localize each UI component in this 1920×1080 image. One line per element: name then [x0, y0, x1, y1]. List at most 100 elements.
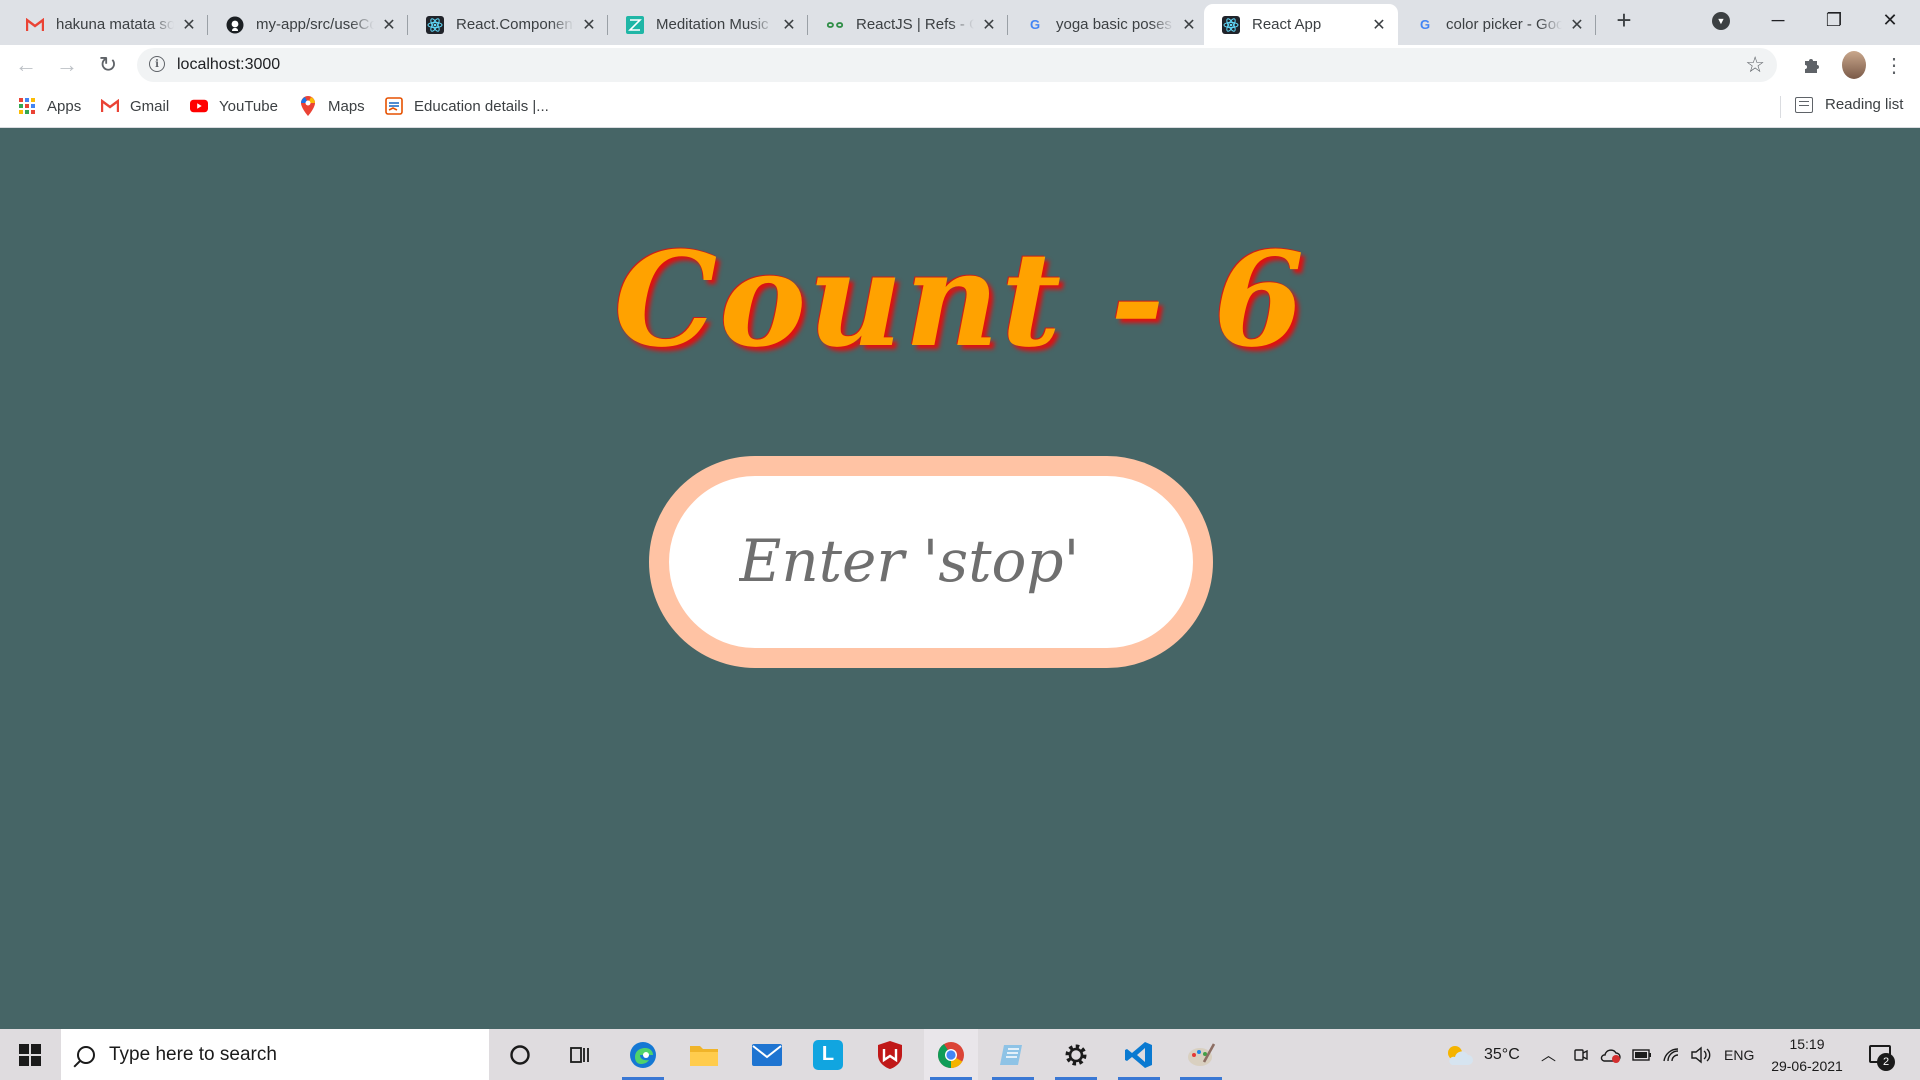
zen-icon — [626, 15, 644, 34]
taskbar-search[interactable]: Type here to search — [61, 1029, 489, 1080]
bookmarks-bar: Apps Gmail YouTube Maps Education detail… — [0, 85, 1920, 128]
tab-title: ReactJS | Refs - Ge — [856, 16, 974, 33]
bookmark-gmail[interactable]: Gmail — [101, 96, 169, 116]
paint-icon — [1188, 1042, 1216, 1066]
close-icon[interactable]: ✕ — [1568, 16, 1586, 34]
tab-yoga-basic-poses[interactable]: G yoga basic poses ✕ — [1008, 4, 1208, 45]
wifi-icon[interactable] — [1662, 1029, 1682, 1080]
tab-title: React.Component — [456, 16, 574, 33]
more-menu-icon[interactable]: ⋮ — [1880, 51, 1908, 79]
show-hidden-icons-button[interactable]: ︿ — [1541, 1029, 1556, 1080]
close-icon[interactable]: ✕ — [980, 16, 998, 34]
reading-list-label: Reading list — [1825, 96, 1904, 113]
react-icon — [426, 15, 444, 34]
tab-reactjs-refs[interactable]: ReactJS | Refs - Ge ✕ — [808, 4, 1008, 45]
tab-title: my-app/src/useCo — [256, 16, 374, 33]
close-icon[interactable]: ✕ — [780, 16, 798, 34]
close-icon[interactable]: ✕ — [380, 16, 398, 34]
bookmark-maps[interactable]: Maps — [299, 96, 365, 116]
windows-taskbar: Type here to search L 35°C ︿ ENG 15:19 2… — [0, 1029, 1920, 1080]
taskbar-edge[interactable] — [616, 1029, 670, 1080]
start-button[interactable] — [0, 1029, 60, 1080]
apps-grid-icon — [18, 97, 36, 115]
address-bar[interactable]: i localhost:3000 ☆ — [137, 48, 1777, 82]
tab-color-picker[interactable]: G color picker - Goo ✕ — [1398, 4, 1596, 45]
folder-icon — [690, 1045, 718, 1066]
close-window-button[interactable]: ✕ — [1862, 0, 1918, 40]
bookmark-label: Apps — [47, 97, 82, 115]
chrome-icon — [937, 1041, 964, 1068]
new-tab-button[interactable]: + — [1610, 5, 1638, 35]
back-button[interactable]: ← — [12, 51, 40, 79]
gear-icon — [1065, 1044, 1087, 1065]
tab-title: hakuna matata so — [56, 16, 174, 33]
close-icon[interactable]: ✕ — [180, 16, 198, 34]
volume-icon[interactable] — [1690, 1029, 1712, 1080]
address-url[interactable]: localhost:3000 — [177, 56, 280, 74]
close-icon[interactable]: ✕ — [1370, 16, 1388, 34]
tab-gmail[interactable]: hakuna matata so ✕ — [8, 4, 208, 45]
extensions-puzzle-icon[interactable] — [1798, 51, 1826, 79]
reading-list-button[interactable]: Reading list — [1795, 96, 1903, 113]
close-icon[interactable]: ✕ — [1180, 16, 1198, 34]
task-view-button[interactable] — [553, 1029, 607, 1080]
profile-avatar[interactable] — [1842, 51, 1866, 79]
stop-input-container[interactable] — [649, 456, 1213, 668]
geeksforgeeks-icon — [826, 16, 844, 34]
partly-sunny-icon — [1448, 1045, 1473, 1065]
clock-date: 29-06-2021 — [1771, 1058, 1843, 1074]
react-icon — [1222, 15, 1240, 34]
taskbar-search-placeholder: Type here to search — [109, 1043, 277, 1065]
site-info-icon[interactable]: i — [149, 56, 165, 72]
taskbar-l-app[interactable]: L — [801, 1029, 855, 1080]
battery-icon[interactable] — [1632, 1029, 1652, 1080]
tab-title: color picker - Goo — [1446, 16, 1562, 33]
gmail-icon — [26, 16, 44, 34]
tab-search-button[interactable]: ▼ — [1708, 8, 1734, 34]
language-indicator[interactable]: ENG — [1724, 1029, 1754, 1080]
action-center-button[interactable]: 2 — [1865, 1039, 1895, 1071]
taskbar-paint[interactable] — [1174, 1029, 1228, 1080]
bookmark-apps[interactable]: Apps — [18, 96, 81, 116]
weather-temperature: 35°C — [1484, 1045, 1520, 1063]
forward-button[interactable]: → — [53, 51, 81, 79]
tab-title: Meditation Music — [656, 16, 769, 33]
bookmarks-divider — [1780, 96, 1781, 118]
bookmark-youtube[interactable]: YouTube — [190, 96, 278, 116]
tab-react-component[interactable]: React.Component ✕ — [408, 4, 608, 45]
chevron-down-icon: ▼ — [1712, 12, 1730, 30]
bookmark-star-icon[interactable]: ☆ — [1745, 52, 1765, 78]
tab-react-app[interactable]: React App ✕ — [1204, 4, 1398, 45]
tab-title: React App — [1252, 16, 1322, 33]
tab-strip: hakuna matata so ✕ my-app/src/useCo ✕ Re… — [0, 0, 1920, 45]
taskbar-file-explorer[interactable] — [677, 1029, 731, 1080]
tab-separator — [1595, 15, 1596, 35]
stop-input[interactable] — [739, 506, 1159, 616]
restore-button[interactable]: ❐ — [1806, 0, 1862, 40]
notepad-icon — [1000, 1044, 1022, 1065]
bookmark-label: YouTube — [219, 97, 278, 115]
taskbar-mcafee[interactable] — [863, 1029, 917, 1080]
page-content: Count - 6 — [0, 128, 1920, 1029]
bookmark-education-details[interactable]: Education details |... — [385, 96, 549, 116]
taskbar-settings[interactable] — [1049, 1029, 1103, 1080]
tab-meditation-music[interactable]: Meditation Music ✕ — [608, 4, 808, 45]
weather-widget[interactable]: 35°C — [1444, 1029, 1520, 1080]
taskbar-mail[interactable] — [740, 1029, 794, 1080]
notification-count-badge: 2 — [1877, 1053, 1895, 1071]
google-icon: G — [1029, 17, 1041, 32]
count-heading: Count - 6 — [613, 223, 1307, 376]
close-icon[interactable]: ✕ — [580, 16, 598, 34]
onedrive-icon[interactable] — [1600, 1029, 1622, 1080]
github-icon — [226, 16, 244, 34]
clock-time: 15:19 — [1789, 1036, 1825, 1052]
tab-github[interactable]: my-app/src/useCo ✕ — [208, 4, 408, 45]
meet-now-icon[interactable] — [1573, 1029, 1589, 1080]
minimize-button[interactable]: ─ — [1750, 0, 1806, 40]
cortana-button[interactable] — [493, 1029, 547, 1080]
taskbar-notepad[interactable] — [986, 1029, 1040, 1080]
taskbar-vscode[interactable] — [1112, 1029, 1166, 1080]
taskbar-chrome[interactable] — [924, 1029, 978, 1080]
reload-button[interactable]: ↻ — [94, 51, 122, 79]
system-clock[interactable]: 15:19 29-06-2021 — [1762, 1033, 1852, 1077]
